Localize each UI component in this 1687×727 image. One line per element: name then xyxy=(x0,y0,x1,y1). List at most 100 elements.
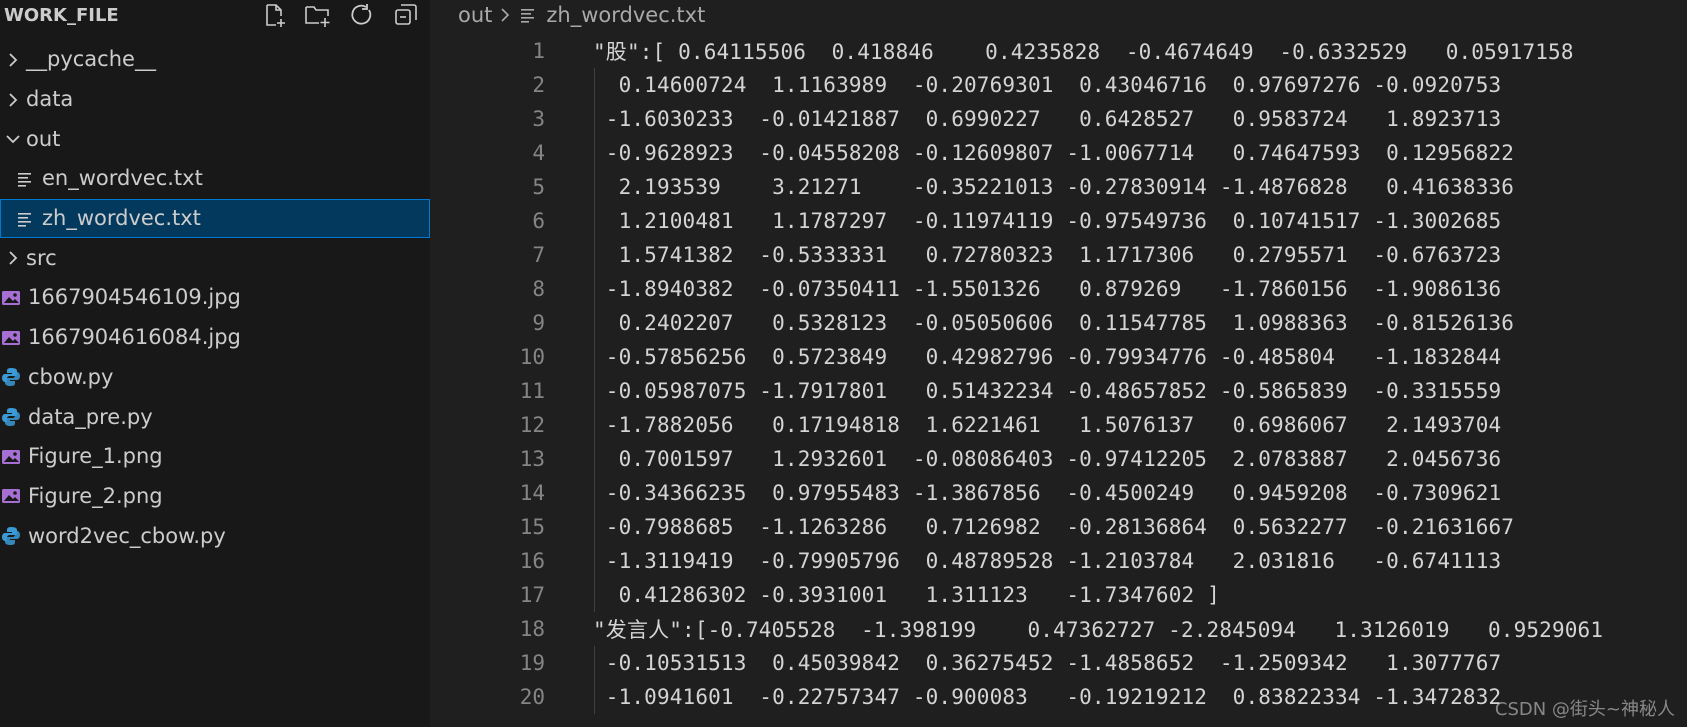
code-line[interactable]: 12 -1.7882056 0.17194818 1.6221461 1.507… xyxy=(430,408,1687,442)
tree-item-label: src xyxy=(26,245,57,270)
line-text: -1.8940382 -0.07350411 -1.5501326 0.8792… xyxy=(593,277,1502,301)
code-line[interactable]: 14 -0.34366235 0.97955483 -1.3867856 -0.… xyxy=(430,476,1687,510)
code-line[interactable]: 19 -0.10531513 0.45039842 0.36275452 -1.… xyxy=(430,646,1687,680)
tree-item-label: cbow.py xyxy=(28,364,114,389)
watermark: CSDN @街头~神秘人 xyxy=(1494,699,1675,720)
code-line[interactable]: 3 -1.6030233 -0.01421887 0.6990227 0.642… xyxy=(430,102,1687,136)
tree-folder-pycache[interactable]: __pycache__ xyxy=(0,40,430,80)
code-line[interactable]: 1 "股":[ 0.64115506 0.418846 0.4235828 -0.… xyxy=(430,34,1687,68)
image-file-icon xyxy=(0,446,22,468)
code-area[interactable]: 1 "股":[ 0.64115506 0.418846 0.4235828 -0.… xyxy=(430,34,1687,714)
line-text: -1.3119419 -0.79905796 0.48789528 -1.210… xyxy=(593,549,1502,573)
tree-item-label: 1667904616084.jpg xyxy=(28,325,241,350)
tree-item-label: out xyxy=(26,126,61,151)
line-text: -0.57856256 0.5723849 0.42982796 -0.7993… xyxy=(593,345,1502,369)
tree-item-label: word2vec_cbow.py xyxy=(28,523,226,548)
explorer-actions xyxy=(258,0,422,30)
tree-item-label: en_wordvec.txt xyxy=(42,166,203,191)
line-number: 4 xyxy=(532,141,545,165)
line-text: -0.10531513 0.45039842 0.36275452 -1.485… xyxy=(593,651,1502,675)
image-file-icon xyxy=(0,485,22,507)
code-line[interactable]: 18 "发言人":[-0.7405528 -1.398199 0.47362727… xyxy=(430,612,1687,646)
line-text: 1.5741382 -0.5333331 0.72780323 1.171730… xyxy=(593,243,1502,267)
breadcrumb-folder[interactable]: out xyxy=(458,3,492,27)
code-line[interactable]: 16 -1.3119419 -0.79905796 0.48789528 -1.… xyxy=(430,544,1687,578)
line-number: 15 xyxy=(519,515,545,539)
text-file-icon xyxy=(520,7,536,23)
tree-item-label: 1667904546109.jpg xyxy=(28,285,241,310)
tree-file-figure-2[interactable]: Figure_2.png xyxy=(0,477,430,517)
code-line[interactable]: 13 0.7001597 1.2932601 -0.08086403 -0.97… xyxy=(430,442,1687,476)
line-number: 14 xyxy=(519,481,545,505)
tree-file-word2vec-cbow-py[interactable]: word2vec_cbow.py xyxy=(0,516,430,556)
tree-file-jpg-1[interactable]: 1667904546109.jpg xyxy=(0,278,430,318)
line-number: 19 xyxy=(519,651,545,675)
line-text: -1.7882056 0.17194818 1.6221461 1.507613… xyxy=(593,413,1502,437)
code-line[interactable]: 6 1.2100481 1.1787297 -0.11974119 -0.975… xyxy=(430,204,1687,238)
line-number: 9 xyxy=(532,311,545,335)
code-line[interactable]: 10 -0.57856256 0.5723849 0.42982796 -0.7… xyxy=(430,340,1687,374)
line-number: 16 xyxy=(519,549,545,573)
text-file-icon xyxy=(14,168,36,190)
python-file-icon xyxy=(0,366,22,388)
code-line[interactable]: 4 -0.9628923 -0.04558208 -0.12609807 -1.… xyxy=(430,136,1687,170)
python-file-icon xyxy=(0,525,22,547)
line-number: 12 xyxy=(519,413,545,437)
collapse-all-icon[interactable] xyxy=(390,0,422,30)
tree-folder-data[interactable]: data xyxy=(0,80,430,120)
code-line[interactable]: 11 -0.05987075 -1.7917801 0.51432234 -0.… xyxy=(430,374,1687,408)
line-number: 6 xyxy=(532,209,545,233)
line-text: -1.0941601 -0.22757347 -0.900083 -0.1921… xyxy=(593,685,1502,709)
image-file-icon xyxy=(0,327,22,349)
tree-item-label: zh_wordvec.txt xyxy=(42,206,201,231)
line-number: 20 xyxy=(519,685,545,709)
line-text: -0.34366235 0.97955483 -1.3867856 -0.450… xyxy=(593,481,1502,505)
line-text: 0.2402207 0.5328123 -0.05050606 0.115477… xyxy=(593,311,1515,335)
python-file-icon xyxy=(0,406,22,428)
line-number: 17 xyxy=(519,583,545,607)
line-number: 11 xyxy=(519,379,545,403)
image-file-icon xyxy=(0,287,22,309)
code-line[interactable]: 15 -0.7988685 -1.1263286 0.7126982 -0.28… xyxy=(430,510,1687,544)
line-text: -1.6030233 -0.01421887 0.6990227 0.64285… xyxy=(593,107,1502,131)
code-line[interactable]: 8 -1.8940382 -0.07350411 -1.5501326 0.87… xyxy=(430,272,1687,306)
line-number: 10 xyxy=(519,345,545,369)
tree-file-jpg-2[interactable]: 1667904616084.jpg xyxy=(0,318,430,358)
code-line[interactable]: 2 0.14600724 1.1163989 -0.20769301 0.430… xyxy=(430,68,1687,102)
chevron-right-icon xyxy=(500,7,510,23)
code-line[interactable]: 5 2.193539 3.21271 -0.35221013 -0.278309… xyxy=(430,170,1687,204)
chevron-right-icon xyxy=(0,87,26,113)
tree-file-zh-wordvec[interactable]: zh_wordvec.txt xyxy=(0,198,430,239)
new-folder-icon[interactable] xyxy=(302,0,334,30)
tree-item-label: data xyxy=(26,87,74,112)
line-text: -0.05987075 -1.7917801 0.51432234 -0.486… xyxy=(593,379,1502,403)
tree-file-cbow-py[interactable]: cbow.py xyxy=(0,358,430,398)
code-line[interactable]: 7 1.5741382 -0.5333331 0.72780323 1.1717… xyxy=(430,238,1687,272)
line-text: -0.7988685 -1.1263286 0.7126982 -0.28136… xyxy=(593,515,1515,539)
line-text: "发言人":[-0.7405528 -1.398199 0.47362727 -… xyxy=(593,618,1604,642)
tree-item-label: Figure_2.png xyxy=(28,483,163,508)
tree-item-label: __pycache__ xyxy=(26,47,156,72)
workspace-title: WORK_FILE xyxy=(4,4,119,26)
tree-folder-out[interactable]: out xyxy=(0,119,430,159)
tree-file-data-pre-py[interactable]: data_pre.py xyxy=(0,397,430,437)
tree-folder-src[interactable]: src xyxy=(0,238,430,278)
line-number: 3 xyxy=(532,107,545,131)
tree-file-figure-1[interactable]: Figure_1.png xyxy=(0,437,430,477)
new-file-icon[interactable] xyxy=(258,0,290,30)
code-line[interactable]: 9 0.2402207 0.5328123 -0.05050606 0.1154… xyxy=(430,306,1687,340)
line-text: 0.41286302 -0.3931001 1.311123 -1.734760… xyxy=(593,583,1220,607)
tree-file-en-wordvec[interactable]: en_wordvec.txt xyxy=(0,159,430,199)
breadcrumb-file[interactable]: zh_wordvec.txt xyxy=(546,3,705,27)
explorer-sidebar: WORK_FILE __pycache__ data out en_wordve… xyxy=(0,0,430,727)
line-text: 2.193539 3.21271 -0.35221013 -0.27830914… xyxy=(593,175,1515,199)
tree-item-label: Figure_1.png xyxy=(28,444,163,469)
chevron-right-icon xyxy=(0,245,26,271)
line-text: 0.7001597 1.2932601 -0.08086403 -0.97412… xyxy=(593,447,1502,471)
text-file-icon xyxy=(14,208,36,230)
code-line[interactable]: 17 0.41286302 -0.3931001 1.311123 -1.734… xyxy=(430,578,1687,612)
chevron-down-icon xyxy=(0,126,26,152)
refresh-icon[interactable] xyxy=(346,0,378,30)
line-text: "股":[ 0.64115506 0.418846 0.4235828 -0.4… xyxy=(593,40,1574,64)
line-number: 8 xyxy=(532,277,545,301)
